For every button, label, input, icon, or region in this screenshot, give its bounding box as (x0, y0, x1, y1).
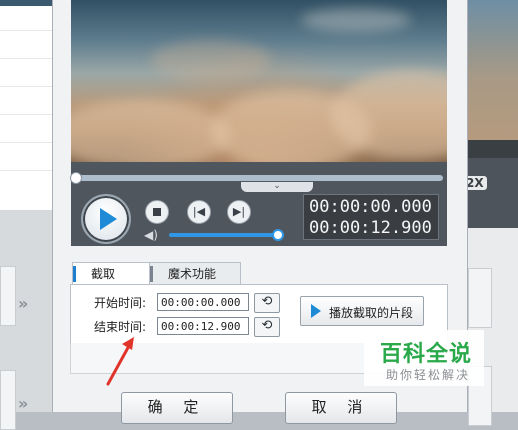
current-time: 00:00:00.000 (309, 197, 432, 217)
start-time-label: 开始时间: (94, 296, 147, 310)
background-file-list (0, 0, 52, 210)
time-display: 00:00:00.000 00:00:12.900 (303, 194, 439, 240)
progress-handle[interactable] (70, 172, 82, 184)
cloud-shape (301, 8, 411, 32)
background-list-header (0, 0, 52, 6)
end-time-field[interactable]: 00:00:12.900 (157, 317, 249, 335)
list-item (0, 30, 52, 31)
end-time-label: 结束时间: (94, 320, 147, 334)
timeline-tile (0, 266, 16, 326)
set-start-time-button[interactable]: ⟲ (254, 293, 280, 313)
cloud-shape (151, 40, 271, 80)
double-chevron-right-icon: » (18, 394, 29, 413)
list-item (0, 114, 52, 115)
player-controls: ⌄ |◀ ▶| ◀) 00:00:00.000 00:00:12.900 (71, 162, 447, 246)
double-chevron-right-icon: » (18, 294, 29, 313)
annotation-arrow (106, 337, 134, 386)
cloud-shape (71, 100, 231, 162)
play-icon (311, 304, 321, 318)
tab-marker (150, 266, 153, 282)
list-item (0, 170, 52, 171)
play-clip-button[interactable]: 播放截取的片段 (300, 296, 424, 326)
list-item (0, 86, 52, 87)
watermark-title: 百科全说 (380, 342, 473, 367)
set-end-time-button[interactable]: ⟲ (254, 317, 280, 337)
previous-frame-button[interactable]: |◀ (187, 200, 211, 224)
watermark: 百科全说 助你轻松解决 (364, 330, 484, 386)
list-item (0, 58, 52, 59)
background-preview (466, 0, 518, 140)
stop-icon (153, 208, 161, 216)
play-clip-label: 播放截取的片段 (329, 306, 414, 320)
volume-icon[interactable]: ◀) (144, 228, 158, 242)
total-time: 00:00:12.900 (309, 218, 432, 238)
tab-label: 截取 (91, 267, 116, 281)
watermark-subtitle: 助你轻松解决 (386, 368, 471, 382)
clock-arrow-icon: ⟲ (261, 318, 273, 333)
tab-trim[interactable]: 截取 (72, 262, 154, 285)
progress-track[interactable] (75, 175, 443, 181)
chevron-down-icon: ⌄ (273, 181, 281, 191)
clock-arrow-icon: ⟲ (261, 294, 273, 309)
tab-label: 魔术功能 (168, 267, 217, 281)
progress-knob[interactable] (70, 172, 82, 184)
volume-slider-handle[interactable] (272, 229, 284, 241)
background-progress (466, 140, 518, 158)
start-time-field[interactable]: 00:00:00.000 (157, 293, 249, 311)
tab-marker (73, 266, 76, 282)
volume-slider[interactable] (169, 233, 277, 237)
play-icon (100, 208, 117, 230)
timeline-tile (468, 268, 492, 328)
timeline-tile (0, 370, 16, 430)
list-item (0, 142, 52, 143)
background-timeline: » » (0, 210, 52, 430)
play-button[interactable] (81, 194, 131, 244)
video-preview (71, 0, 447, 162)
stop-button[interactable] (145, 200, 169, 224)
cancel-button[interactable]: 取 消 (285, 392, 397, 424)
tab-magic[interactable]: 魔术功能 (149, 262, 241, 285)
background-controls (466, 158, 518, 228)
step-forward-icon: ▶| (232, 205, 246, 218)
collapse-toggle[interactable]: ⌄ (241, 182, 313, 192)
next-frame-button[interactable]: ▶| (227, 200, 251, 224)
ok-button[interactable]: 确 定 (121, 392, 233, 424)
step-back-icon: |◀ (192, 205, 206, 218)
